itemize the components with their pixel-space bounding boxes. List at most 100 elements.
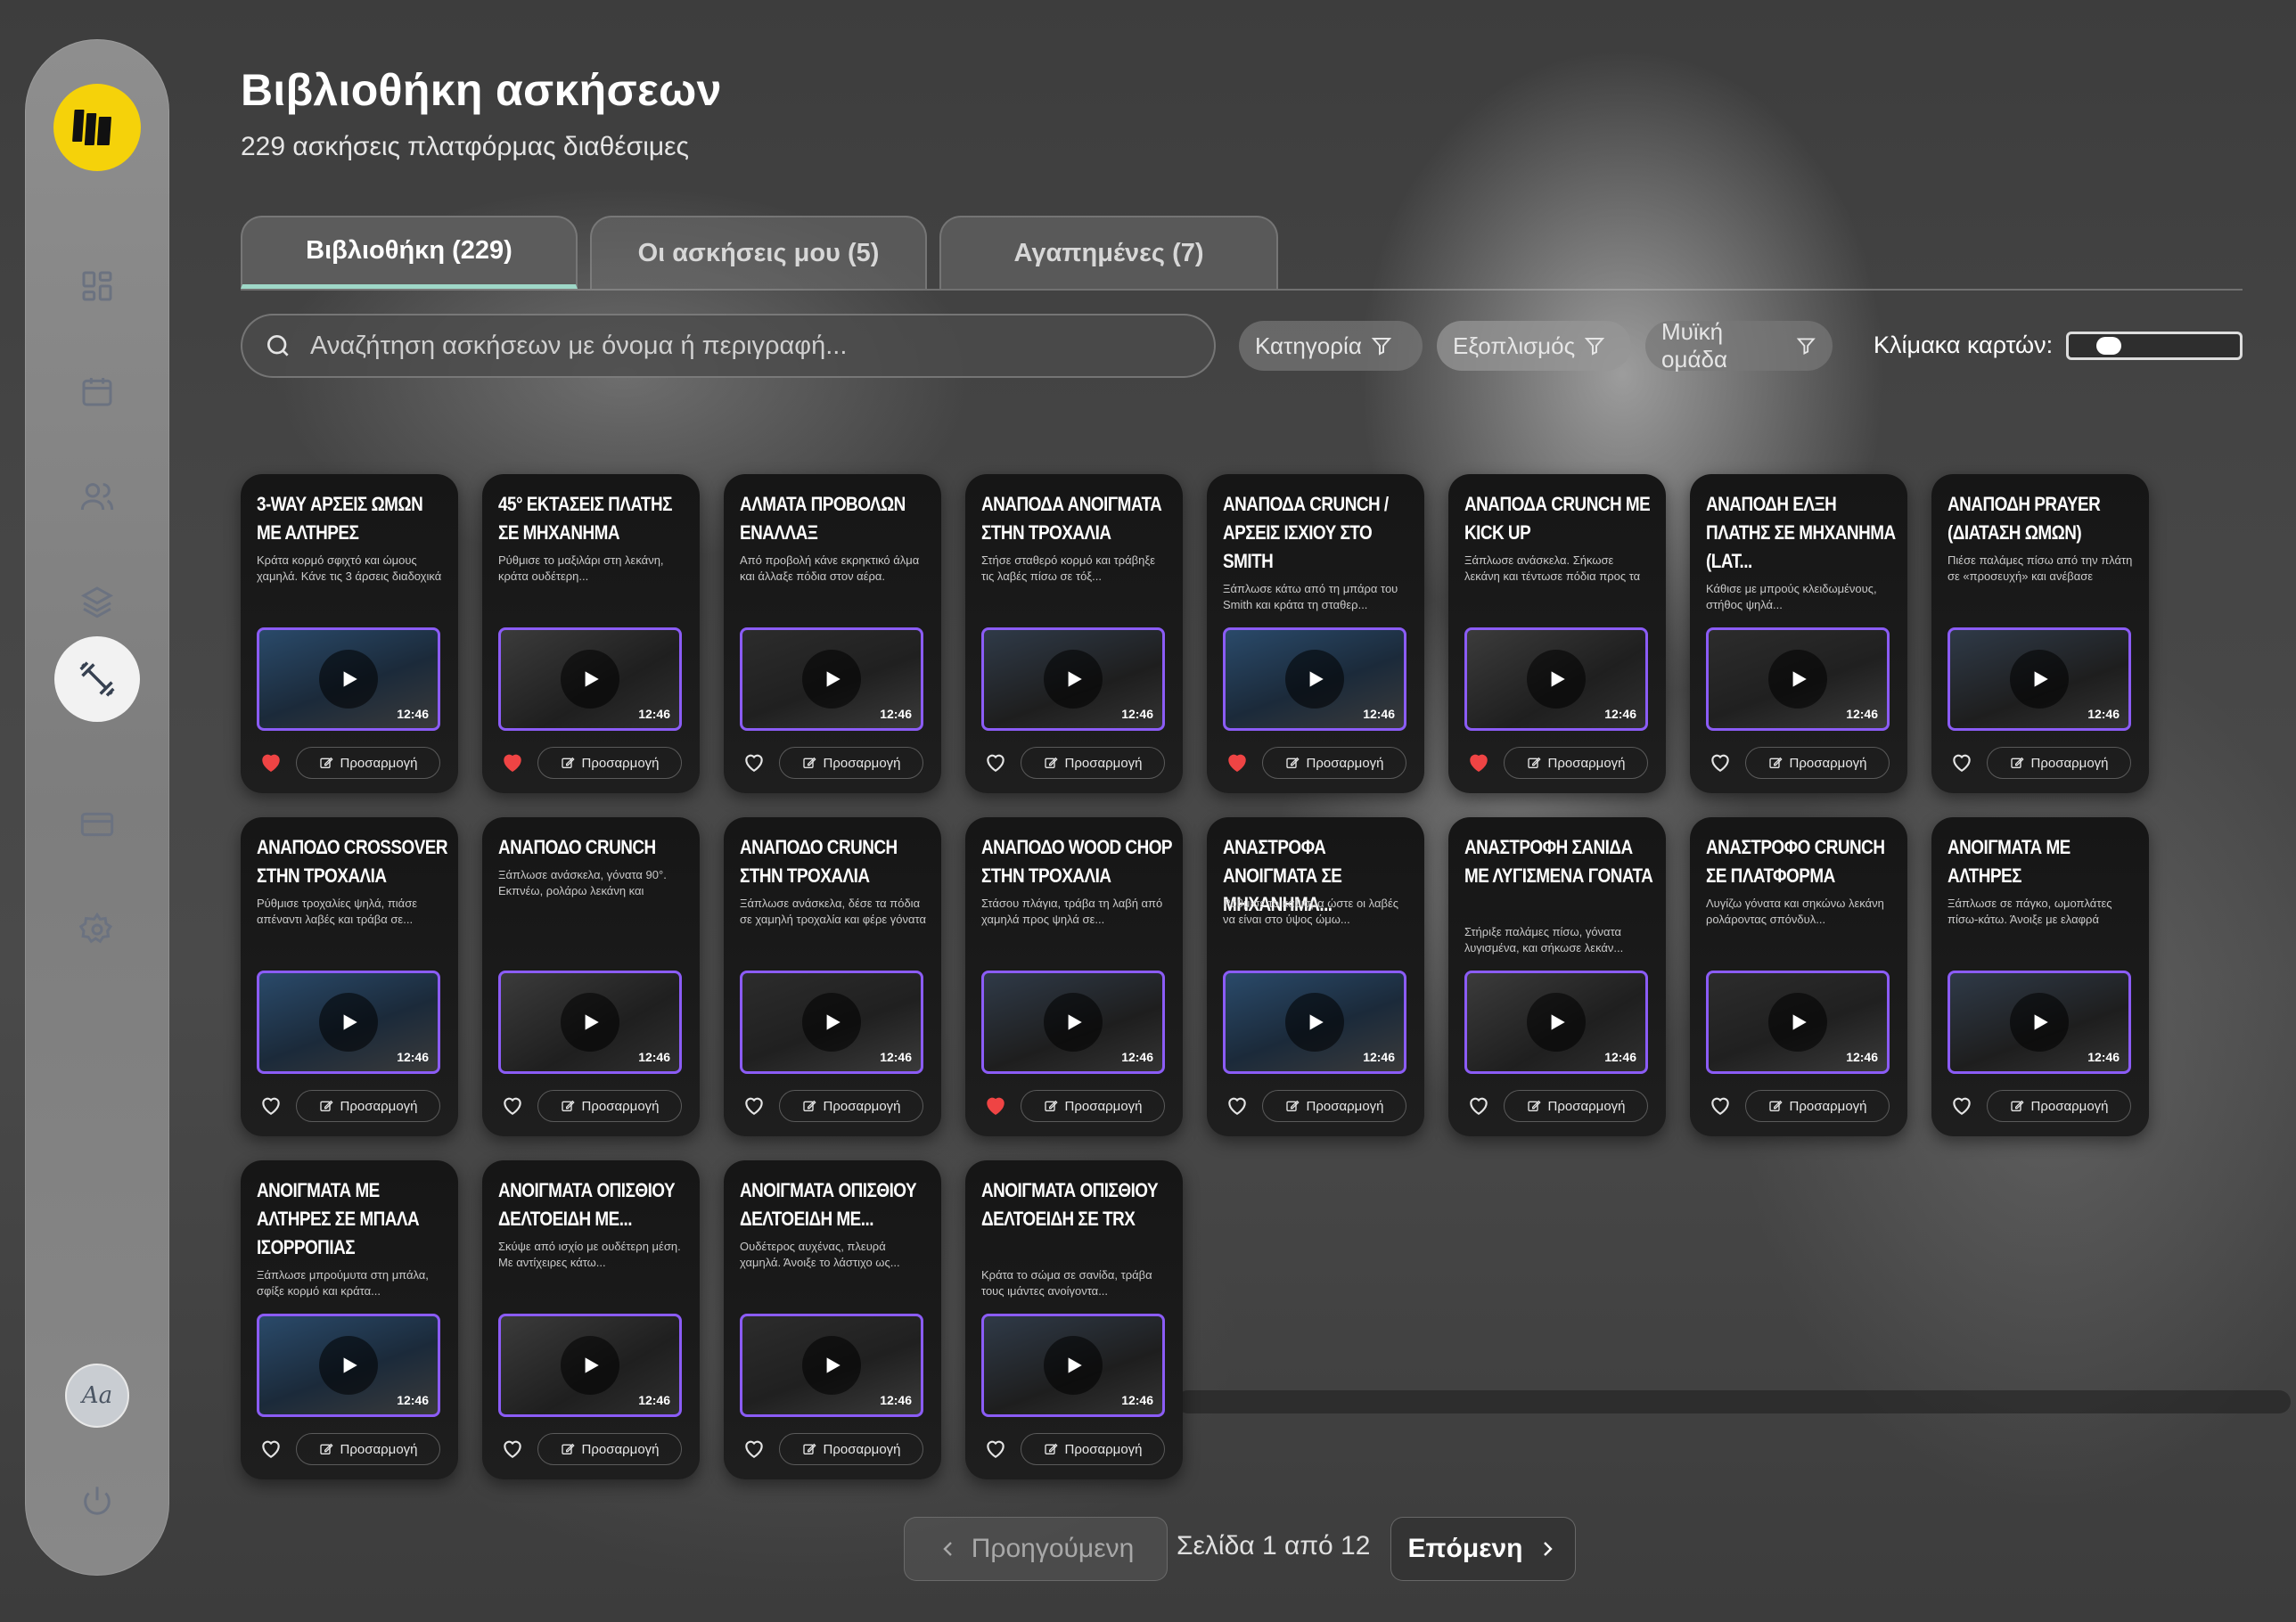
adapt-exercise-button[interactable]: Προσαρμογή — [1021, 1433, 1165, 1465]
category-filter[interactable]: Κατηγορία — [1239, 321, 1423, 371]
video-thumbnail[interactable]: 12:46 — [1464, 627, 1648, 731]
muscle-group-filter[interactable]: Μυϊκή ομάδα — [1645, 318, 1833, 373]
exercise-card[interactable]: ΑΝΑΣΤΡΟΦΟ CRUNCH ΣΕ ΠΛΑΤΦΟΡΜΑ Λυγίζω γόν… — [1690, 817, 1907, 1136]
heart-icon[interactable] — [983, 750, 1008, 774]
calendar-icon[interactable] — [70, 364, 125, 419]
video-thumbnail[interactable]: 12:46 — [740, 1314, 923, 1417]
adapt-exercise-button[interactable]: Προσαρμογή — [779, 1433, 923, 1465]
exercise-card[interactable]: ΑΝΑΠΟΔΑ CRUNCH / ΑΡΣΕΙΣ ΙΣΧΙΟΥ ΣΤΟ SMITH… — [1207, 474, 1424, 793]
tab-favorites[interactable]: Αγαπημένες (7) — [939, 216, 1278, 289]
video-thumbnail[interactable]: 12:46 — [1706, 971, 1890, 1074]
video-thumbnail[interactable]: 12:46 — [740, 627, 923, 731]
play-icon[interactable] — [1044, 1336, 1103, 1395]
video-thumbnail[interactable]: 12:46 — [1223, 971, 1406, 1074]
video-thumbnail[interactable]: 12:46 — [1948, 971, 2131, 1074]
adapt-exercise-button[interactable]: Προσαρμογή — [537, 747, 682, 779]
settings-icon[interactable] — [70, 902, 125, 957]
adapt-exercise-button[interactable]: Προσαρμογή — [1021, 747, 1165, 779]
exercise-card[interactable]: ΑΝΑΣΤΡΟΦΑ ΑΝΟΙΓΜΑΤΑ ΣΕ ΜΗΧΑΝΗΜΑ... Ρύθμι… — [1207, 817, 1424, 1136]
heart-icon[interactable] — [1708, 750, 1733, 774]
video-thumbnail[interactable]: 12:46 — [257, 627, 440, 731]
adapt-exercise-button[interactable]: Προσαρμογή — [296, 747, 440, 779]
adapt-exercise-button[interactable]: Προσαρμογή — [1504, 747, 1648, 779]
exercise-card[interactable]: 3-WAY ΑΡΣΕΙΣ ΩΜΩΝ ΜΕ ΑΛΤΗΡΕΣ Κράτα κορμό… — [241, 474, 458, 793]
play-icon[interactable] — [561, 650, 619, 709]
video-thumbnail[interactable]: 12:46 — [498, 1314, 682, 1417]
play-icon[interactable] — [1527, 650, 1586, 709]
heart-icon[interactable] — [258, 1094, 283, 1117]
play-icon[interactable] — [319, 993, 378, 1052]
heart-icon[interactable] — [1225, 1094, 1250, 1117]
exercise-card[interactable]: ΑΝΟΙΓΜΑΤΑ ΜΕ ΑΛΤΗΡΕΣ Ξάπλωσε σε πάγκο, ω… — [1931, 817, 2149, 1136]
exercise-card[interactable]: ΑΝΟΙΓΜΑΤΑ ΜΕ ΑΛΤΗΡΕΣ ΣΕ ΜΠΑΛΑ ΙΣΟΡΡΟΠΙΑΣ… — [241, 1160, 458, 1479]
equipment-filter[interactable]: Εξοπλισμός — [1437, 321, 1631, 371]
users-icon[interactable] — [70, 469, 125, 524]
heart-icon[interactable] — [258, 1437, 283, 1460]
video-thumbnail[interactable]: 12:46 — [1464, 971, 1648, 1074]
play-icon[interactable] — [319, 1336, 378, 1395]
search-input[interactable] — [308, 330, 1214, 362]
play-icon[interactable] — [2010, 993, 2069, 1052]
dashboard-icon[interactable] — [70, 258, 125, 314]
video-thumbnail[interactable]: 12:46 — [1706, 627, 1890, 731]
heart-icon[interactable] — [500, 1094, 525, 1117]
video-thumbnail[interactable]: 12:46 — [740, 971, 923, 1074]
play-icon[interactable] — [561, 993, 619, 1052]
exercise-card[interactable]: ΑΝΑΠΟΔΑ CRUNCH ΜΕ KICK UP Ξάπλωσε ανάσκε… — [1448, 474, 1666, 793]
play-icon[interactable] — [1044, 993, 1103, 1052]
adapt-exercise-button[interactable]: Προσαρμογή — [537, 1433, 682, 1465]
play-icon[interactable] — [1285, 650, 1344, 709]
exercise-card[interactable]: ΑΝΟΙΓΜΑΤΑ ΟΠΙΣΘΙΟΥ ΔΕΛΤΟΕΙΔΗ ΣΕ TRX Κράτ… — [965, 1160, 1183, 1479]
tab-library[interactable]: Βιβλιοθήκη (229) — [241, 216, 578, 289]
adapt-exercise-button[interactable]: Προσαρμογή — [1262, 747, 1406, 779]
exercise-card[interactable]: ΑΝΑΠΟΔΗ ΕΛΞΗ ΠΛΑΤΗΣ ΣΕ ΜΗΧΑΝΗΜΑ (LAT... … — [1690, 474, 1907, 793]
exercise-card[interactable]: ΑΝΟΙΓΜΑΤΑ ΟΠΙΣΘΙΟΥ ΔΕΛΤΟΕΙΔΗ ΜΕ... Ουδέτ… — [724, 1160, 941, 1479]
play-icon[interactable] — [802, 650, 861, 709]
play-icon[interactable] — [1285, 993, 1344, 1052]
card-scale-knob[interactable] — [2096, 337, 2122, 355]
video-thumbnail[interactable]: 12:46 — [257, 971, 440, 1074]
adapt-exercise-button[interactable]: Προσαρμογή — [1745, 1090, 1890, 1122]
adapt-exercise-button[interactable]: Προσαρμογή — [296, 1090, 440, 1122]
video-thumbnail[interactable]: 12:46 — [981, 1314, 1165, 1417]
play-icon[interactable] — [1768, 993, 1827, 1052]
heart-icon[interactable] — [1708, 1094, 1733, 1117]
exercise-card[interactable]: ΑΛΜΑΤΑ ΠΡΟΒΟΛΩΝ ΕΝΑΛΛΑΞ Από προβολή κάνε… — [724, 474, 941, 793]
exercise-card[interactable]: ΑΝΑΠΟΔΟ CRUNCH Ξάπλωσε ανάσκελα, γόνατα … — [482, 817, 700, 1136]
video-thumbnail[interactable]: 12:46 — [1223, 627, 1406, 731]
exercise-card[interactable]: 45° ΕΚΤΑΣΕΙΣ ΠΛΑΤΗΣ ΣΕ ΜΗΧΑΝΗΜΑ Ρύθμισε … — [482, 474, 700, 793]
heart-icon[interactable] — [983, 1437, 1008, 1460]
adapt-exercise-button[interactable]: Προσαρμογή — [1021, 1090, 1165, 1122]
heart-icon[interactable] — [742, 750, 767, 774]
dumbbell-icon[interactable] — [54, 636, 140, 722]
heart-icon[interactable] — [500, 1437, 525, 1460]
play-icon[interactable] — [802, 1336, 861, 1395]
credit-card-icon[interactable] — [70, 797, 125, 852]
play-icon[interactable] — [2010, 650, 2069, 709]
heart-icon[interactable] — [1949, 750, 1974, 774]
adapt-exercise-button[interactable]: Προσαρμογή — [779, 1090, 923, 1122]
play-icon[interactable] — [802, 993, 861, 1052]
play-icon[interactable] — [1044, 650, 1103, 709]
exercise-card[interactable]: ΑΝΟΙΓΜΑΤΑ ΟΠΙΣΘΙΟΥ ΔΕΛΤΟΕΙΔΗ ΜΕ... Σκύψε… — [482, 1160, 700, 1479]
exercise-card[interactable]: ΑΝΑΠΟΔΑ ΑΝΟΙΓΜΑΤΑ ΣΤΗΝ ΤΡΟΧΑΛΙΑ Στήσε στ… — [965, 474, 1183, 793]
heart-filled-icon[interactable] — [983, 1094, 1008, 1117]
adapt-exercise-button[interactable]: Προσαρμογή — [1987, 1090, 2131, 1122]
video-thumbnail[interactable]: 12:46 — [257, 1314, 440, 1417]
layers-icon[interactable] — [70, 574, 125, 629]
adapt-exercise-button[interactable]: Προσαρμογή — [1745, 747, 1890, 779]
adapt-exercise-button[interactable]: Προσαρμογή — [1262, 1090, 1406, 1122]
heart-filled-icon[interactable] — [500, 750, 525, 774]
card-scale-slider[interactable] — [2066, 332, 2243, 360]
video-thumbnail[interactable]: 12:46 — [498, 971, 682, 1074]
font-size-button[interactable]: Aa — [65, 1364, 129, 1428]
power-icon[interactable] — [70, 1474, 125, 1529]
exercise-card[interactable]: ΑΝΑΣΤΡΟΦΗ ΣΑΝΙΔΑ ΜΕ ΛΥΓΙΣΜΕΝΑ ΓΟΝΑΤΑ Στή… — [1448, 817, 1666, 1136]
heart-icon[interactable] — [742, 1437, 767, 1460]
play-icon[interactable] — [319, 650, 378, 709]
tab-my-exercises[interactable]: Οι ασκήσεις μου (5) — [590, 216, 927, 289]
exercise-card[interactable]: ΑΝΑΠΟΔΟ CROSSOVER ΣΤΗΝ ΤΡΟΧΑΛΙΑ Ρύθμισε … — [241, 817, 458, 1136]
app-logo[interactable] — [53, 84, 141, 171]
exercise-card[interactable]: ΑΝΑΠΟΔΟ WOOD CHOP ΣΤΗΝ ΤΡΟΧΑΛΙΑ Στάσου π… — [965, 817, 1183, 1136]
play-icon[interactable] — [1527, 993, 1586, 1052]
